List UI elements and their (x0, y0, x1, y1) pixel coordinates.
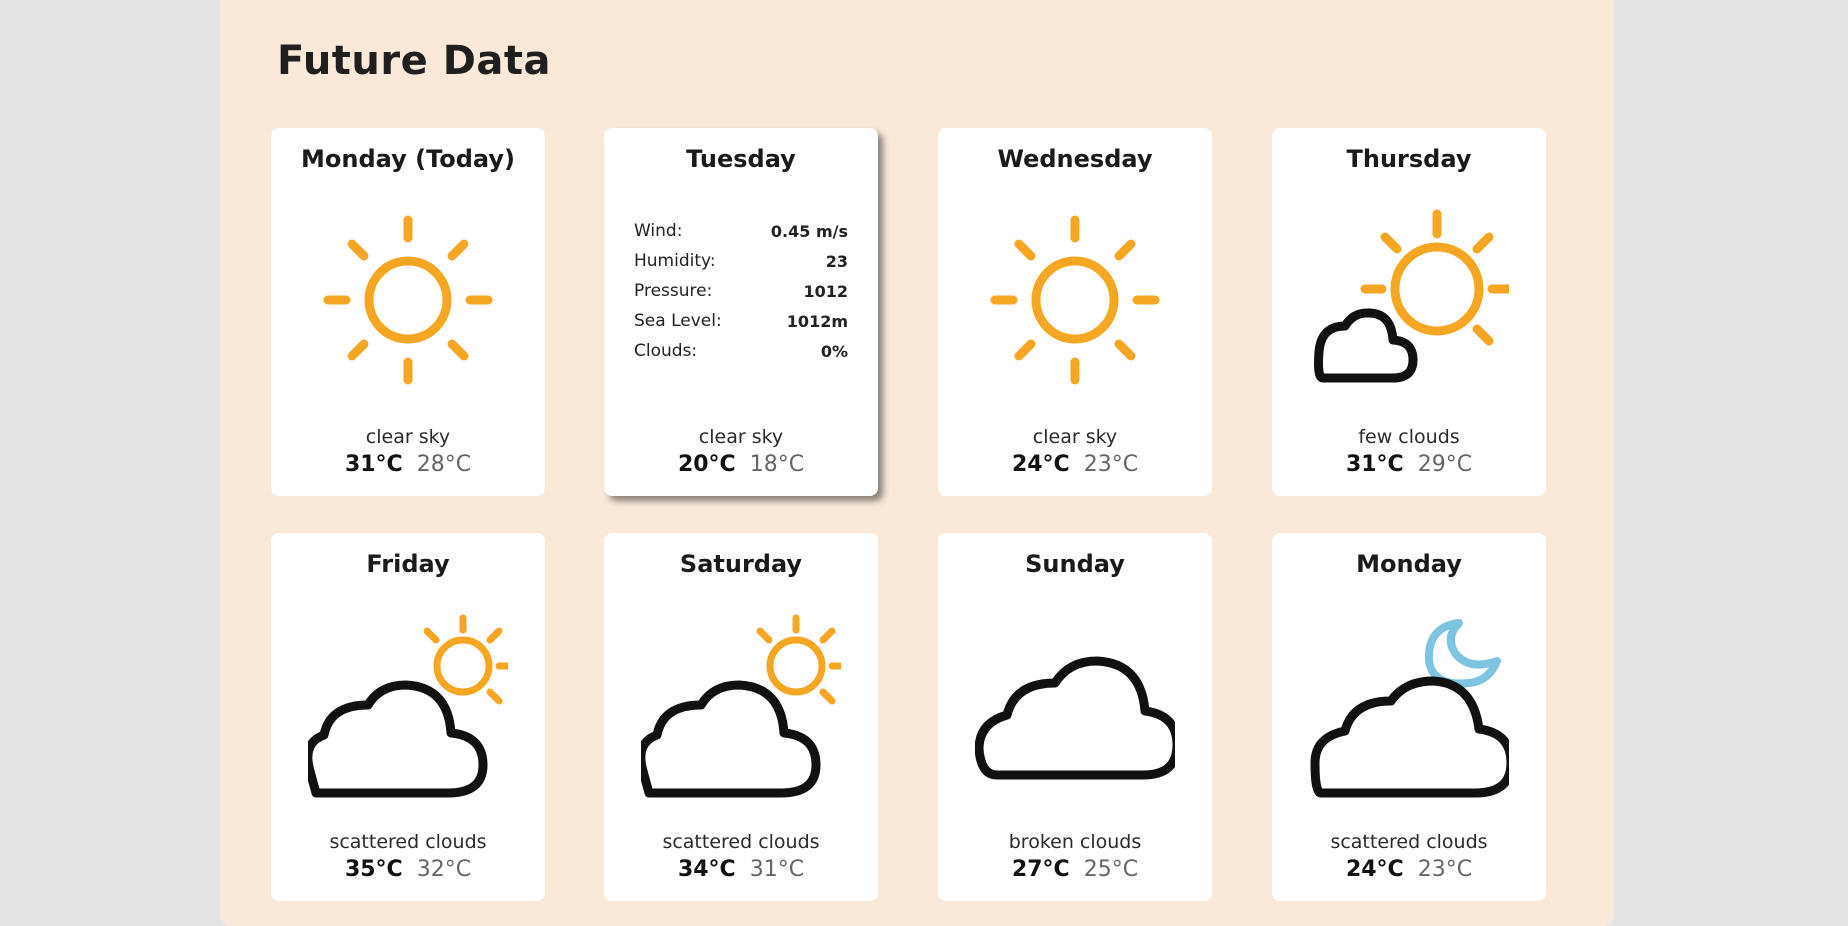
weather-description: clear sky (698, 426, 784, 448)
detail-value: 1012 (803, 281, 848, 301)
weather-description: scattered clouds (1330, 831, 1488, 853)
detail-value: 0.45 m/s (770, 221, 848, 241)
day-name: Thursday (1346, 145, 1472, 173)
detail-row-clouds: Clouds: 0% (634, 336, 848, 366)
weather-description: scattered clouds (329, 831, 487, 853)
low-temp: 29°C (1417, 452, 1473, 477)
weather-description: scattered clouds (662, 831, 820, 853)
day-name: Monday (1356, 550, 1462, 578)
page-title: Future Data (277, 38, 551, 84)
temperature-range: 34°C 31°C (604, 857, 878, 882)
high-temp: 34°C (677, 857, 736, 882)
low-temp: 25°C (1083, 857, 1139, 882)
day-card-sunday[interactable]: Sunday broken clouds 27°C 25°C (938, 533, 1212, 901)
low-temp: 23°C (1083, 452, 1139, 477)
cloud-with-sun-icon (641, 614, 841, 798)
cloud-icon (975, 656, 1175, 780)
temperature-range: 24°C 23°C (1272, 857, 1546, 882)
detail-label: Humidity: (634, 251, 716, 271)
cloud-with-sun-icon (308, 614, 508, 798)
day-card-tuesday[interactable]: Tuesday Wind: 0.45 m/s Humidity: 23 Pres… (604, 128, 878, 496)
high-temp: 35°C (344, 857, 403, 882)
temperature-range: 24°C 23°C (938, 452, 1212, 477)
detail-row-wind: Wind: 0.45 m/s (634, 216, 848, 246)
day-name: Saturday (679, 550, 803, 578)
day-card-wednesday[interactable]: Wednesday clear sky 24°C 23°C (938, 128, 1212, 496)
high-temp: 27°C (1011, 857, 1070, 882)
day-card-thursday[interactable]: Thursday few clouds 31°C 29°C (1272, 128, 1546, 496)
weather-description: few clouds (1358, 426, 1460, 448)
day-card-saturday[interactable]: Saturday scattered clouds 34°C 31°C (604, 533, 878, 901)
detail-value: 23 (825, 251, 848, 271)
detail-row-humidity: Humidity: 23 (634, 246, 848, 276)
temperature-range: 35°C 32°C (271, 857, 545, 882)
temperature-range: 27°C 25°C (938, 857, 1212, 882)
detail-label: Pressure: (634, 281, 713, 301)
detail-value: 0% (820, 341, 848, 361)
weather-details: Wind: 0.45 m/s Humidity: 23 Pressure: 10… (634, 216, 848, 366)
sun-icon (990, 215, 1160, 385)
day-name: Friday (366, 550, 450, 578)
high-temp: 31°C (1345, 452, 1404, 477)
day-name: Monday (Today) (301, 145, 515, 173)
detail-label: Sea Level: (634, 311, 722, 331)
day-name: Tuesday (686, 145, 796, 173)
detail-row-pressure: Pressure: 1012 (634, 276, 848, 306)
weather-description: clear sky (365, 426, 451, 448)
day-card-monday[interactable]: Monday scattered clouds 24°C 23°C (1272, 533, 1546, 901)
forecast-panel: Future Data Monday (Today) clear sky 31°… (220, 0, 1614, 926)
weather-description: broken clouds (1008, 831, 1142, 853)
low-temp: 31°C (749, 857, 805, 882)
weather-description: clear sky (1032, 426, 1118, 448)
day-name: Wednesday (997, 145, 1153, 173)
detail-row-sea-level: Sea Level: 1012m (634, 306, 848, 336)
low-temp: 18°C (749, 452, 805, 477)
sun-icon (323, 215, 493, 385)
temperature-range: 31°C 28°C (271, 452, 545, 477)
day-card-monday-today[interactable]: Monday (Today) clear sky 31°C 28°C (271, 128, 545, 496)
temperature-range: 20°C 18°C (604, 452, 878, 477)
high-temp: 20°C (677, 452, 736, 477)
detail-label: Clouds: (634, 341, 698, 361)
high-temp: 24°C (1345, 857, 1404, 882)
low-temp: 23°C (1417, 857, 1473, 882)
temperature-range: 31°C 29°C (1272, 452, 1546, 477)
detail-value: 1012m (786, 311, 848, 331)
day-name: Sunday (1025, 550, 1125, 578)
day-card-friday[interactable]: Friday scattered clouds 35°C 32°C (271, 533, 545, 901)
sun-behind-cloud-icon (1314, 209, 1509, 383)
low-temp: 28°C (416, 452, 472, 477)
detail-label: Wind: (634, 221, 683, 241)
cloud-with-moon-icon (1310, 619, 1509, 798)
high-temp: 24°C (1011, 452, 1070, 477)
low-temp: 32°C (416, 857, 472, 882)
high-temp: 31°C (344, 452, 403, 477)
